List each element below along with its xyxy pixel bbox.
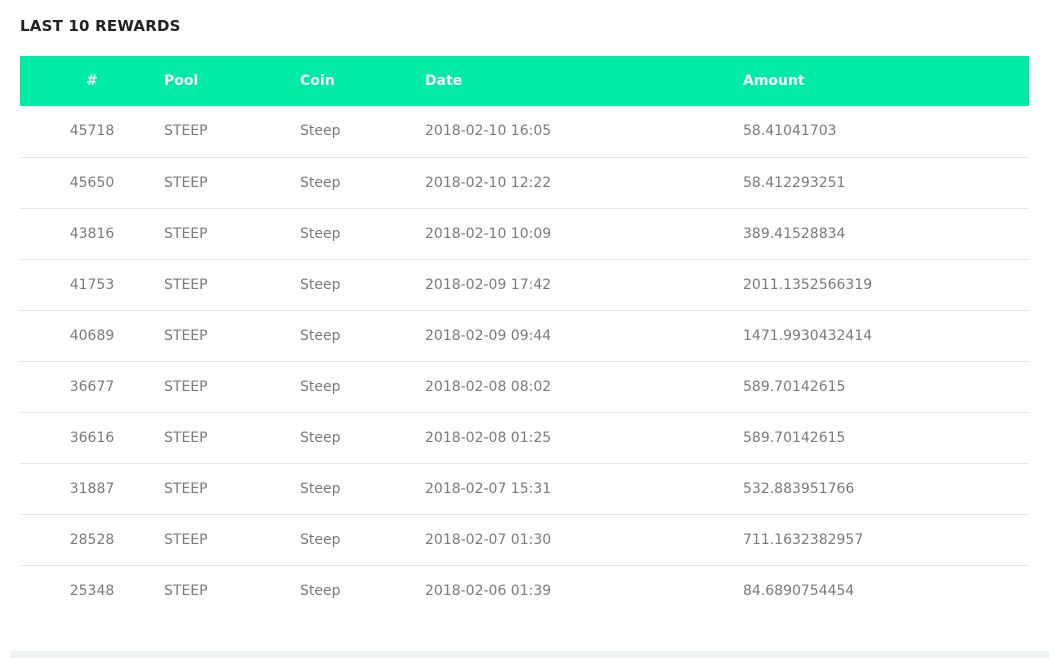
table-row: 36677 STEEP Steep 2018-02-08 08:02 589.7… [20,361,1029,413]
cell-coin: Steep [300,361,425,413]
table-header-row: # Pool Coin Date Amount [20,56,1029,106]
rewards-table: # Pool Coin Date Amount 45718 STEEP Stee… [20,56,1029,616]
cell-id: 43816 [20,208,164,260]
cell-pool: STEEP [164,106,300,158]
cell-date: 2018-02-10 16:05 [425,106,743,158]
table-row: 40689 STEEP Steep 2018-02-09 09:44 1471.… [20,310,1029,362]
table-row: 45718 STEEP Steep 2018-02-10 16:05 58.41… [20,106,1029,158]
bottom-divider-bar [10,651,1049,658]
cell-amount: 389.41528834 [743,208,1029,260]
table-header: # Pool Coin Date Amount [20,56,1029,106]
cell-date: 2018-02-07 01:30 [425,514,743,566]
cell-id: 36677 [20,361,164,413]
cell-amount: 711.1632382957 [743,514,1029,566]
table-row: 41753 STEEP Steep 2018-02-09 17:42 2011.… [20,259,1029,311]
cell-date: 2018-02-10 10:09 [425,208,743,260]
cell-coin: Steep [300,208,425,260]
cell-id: 31887 [20,463,164,515]
cell-date: 2018-02-08 01:25 [425,412,743,464]
cell-amount: 589.70142615 [743,412,1029,464]
cell-id: 45718 [20,106,164,158]
column-header-id: # [86,73,98,89]
cell-coin: Steep [300,310,425,362]
cell-amount: 2011.1352566319 [743,259,1029,311]
table-row: 45650 STEEP Steep 2018-02-10 12:22 58.41… [20,157,1029,209]
cell-date: 2018-02-10 12:22 [425,157,743,209]
cell-id: 25348 [69,582,115,599]
cell-pool: STEEP [164,259,300,311]
cell-id: 45650 [20,157,164,209]
cell-pool: STEEP [164,208,300,260]
cell-id: 40689 [20,310,164,362]
cell-pool: STEEP [164,361,300,413]
section-title: LAST 10 REWARDS [20,17,181,35]
cell-amount: 589.70142615 [743,361,1029,413]
cell-pool: STEEP [164,412,300,464]
cell-date: 2018-02-09 17:42 [425,259,743,311]
cell-coin: Steep [300,259,425,311]
column-header-date: Date [425,73,463,89]
table-row: 28528 STEEP Steep 2018-02-07 01:30 711.1… [20,514,1029,566]
cell-id: 28528 [20,514,164,566]
cell-coin: Steep [300,412,425,464]
cell-amount: 84.6890754454 [743,582,855,599]
cell-pool: STEEP [164,582,208,599]
cell-pool: STEEP [164,310,300,362]
cell-amount: 532.883951766 [743,463,1029,515]
table-row: 25348 STEEP Steep 2018-02-06 01:39 84.68… [20,565,1029,616]
cell-pool: STEEP [164,157,300,209]
cell-id: 36616 [20,412,164,464]
cell-coin: Steep [300,106,425,158]
cell-id: 41753 [20,259,164,311]
cell-coin: Steep [300,514,425,566]
cell-coin: Steep [300,157,425,209]
cell-date: 2018-02-09 09:44 [425,310,743,362]
table-row: 36616 STEEP Steep 2018-02-08 01:25 589.7… [20,412,1029,464]
table-body: 45718 STEEP Steep 2018-02-10 16:05 58.41… [20,106,1029,616]
cell-pool: STEEP [164,514,300,566]
rewards-page: LAST 10 REWARDS # Pool Coin Date Amount … [0,0,1049,658]
cell-date: 2018-02-07 15:31 [425,463,743,515]
cell-date: 2018-02-06 01:39 [425,582,552,599]
column-header-pool: Pool [164,73,199,89]
cell-amount: 58.41041703 [743,106,1029,158]
column-header-amount: Amount [743,73,805,89]
cell-pool: STEEP [164,463,300,515]
table-row: 43816 STEEP Steep 2018-02-10 10:09 389.4… [20,208,1029,260]
cell-amount: 1471.9930432414 [743,310,1029,362]
column-header-coin: Coin [300,73,335,89]
table-row: 31887 STEEP Steep 2018-02-07 15:31 532.8… [20,463,1029,515]
cell-coin: Steep [300,463,425,515]
cell-date: 2018-02-08 08:02 [425,361,743,413]
cell-amount: 58.412293251 [743,157,1029,209]
cell-coin: Steep [300,582,341,599]
